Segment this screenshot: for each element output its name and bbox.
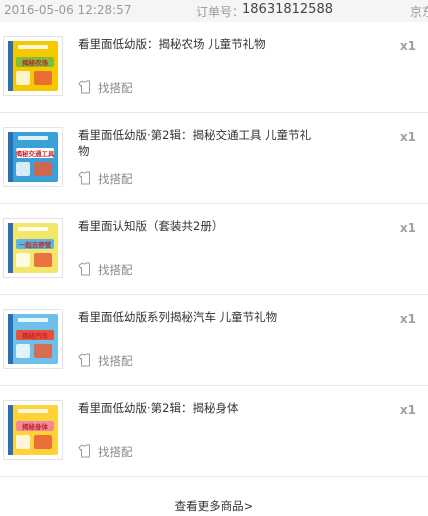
find-match-label: 找搭配 xyxy=(98,172,133,186)
product-row[interactable]: 揭秘身体 看里面低幼版·第2辑：揭秘身体 x1 找搭配 xyxy=(0,386,428,477)
find-match-button[interactable]: 找搭配 xyxy=(78,170,133,188)
product-row[interactable]: 一起去野营 看里面认知版（套装共2册） x1 找搭配 xyxy=(0,204,428,295)
find-match-button[interactable]: 找搭配 xyxy=(78,443,133,461)
cover-title: 揭秘汽车 xyxy=(22,331,49,340)
product-title[interactable]: 看里面低幼版·第2辑：揭秘交通工具 儿童节礼物 xyxy=(78,127,318,159)
product-title[interactable]: 看里面认知版（套装共2册） xyxy=(78,218,318,234)
find-match-label: 找搭配 xyxy=(98,263,133,277)
product-title[interactable]: 看里面低幼版：揭秘农场 儿童节礼物 xyxy=(78,36,318,52)
find-match-label: 找搭配 xyxy=(98,445,133,459)
product-quantity: x1 xyxy=(399,312,416,326)
find-match-button[interactable]: 找搭配 xyxy=(78,352,133,370)
shop-name: 京东 xyxy=(410,5,428,19)
product-thumbnail[interactable]: 揭秘交通工具 xyxy=(3,127,63,187)
product-thumbnail[interactable]: 揭秘身体 xyxy=(3,400,63,460)
product-quantity: x1 xyxy=(399,130,416,144)
order-number: 18631812588 xyxy=(242,2,333,17)
find-match-button[interactable]: 找搭配 xyxy=(78,261,133,279)
cover-title: 揭秘农场 xyxy=(22,58,49,67)
find-match-label: 找搭配 xyxy=(98,81,133,95)
product-title[interactable]: 看里面低幼版系列揭秘汽车 儿童节礼物 xyxy=(78,309,318,325)
product-quantity: x1 xyxy=(399,39,416,53)
product-quantity: x1 xyxy=(399,221,416,235)
cover-title: 揭秘交通工具 xyxy=(16,149,56,158)
order-number-label: 订单号： xyxy=(196,5,245,19)
shirt-icon xyxy=(78,170,98,188)
product-row[interactable]: 揭秘汽车 看里面低幼版系列揭秘汽车 儿童节礼物 x1 找搭配 xyxy=(0,295,428,386)
product-thumbnail[interactable]: 揭秘汽车 xyxy=(3,309,63,369)
shirt-icon xyxy=(78,443,98,461)
shirt-icon xyxy=(78,261,98,279)
find-match-label: 找搭配 xyxy=(98,354,133,368)
product-quantity: x1 xyxy=(399,403,416,417)
product-thumbnail[interactable]: 一起去野营 xyxy=(3,218,63,278)
order-datetime: 2016-05-06 12:28:57 xyxy=(4,3,132,17)
view-more-products-link[interactable]: 查看更多商品> xyxy=(0,498,428,514)
order-header: 2016-05-06 12:28:57 订单号： 18631812588 京东 xyxy=(0,0,428,22)
product-row[interactable]: 揭秘农场 看里面低幼版：揭秘农场 儿童节礼物 x1 找搭配 xyxy=(0,22,428,113)
cover-title: 揭秘身体 xyxy=(22,422,49,431)
product-row[interactable]: 揭秘交通工具 看里面低幼版·第2辑：揭秘交通工具 儿童节礼物 x1 找搭配 xyxy=(0,113,428,204)
shirt-icon xyxy=(78,352,98,370)
shirt-icon xyxy=(78,79,98,97)
find-match-button[interactable]: 找搭配 xyxy=(78,79,133,97)
cover-title: 一起去野营 xyxy=(19,240,52,249)
product-thumbnail[interactable]: 揭秘农场 xyxy=(3,36,63,96)
product-title[interactable]: 看里面低幼版·第2辑：揭秘身体 xyxy=(78,400,318,416)
